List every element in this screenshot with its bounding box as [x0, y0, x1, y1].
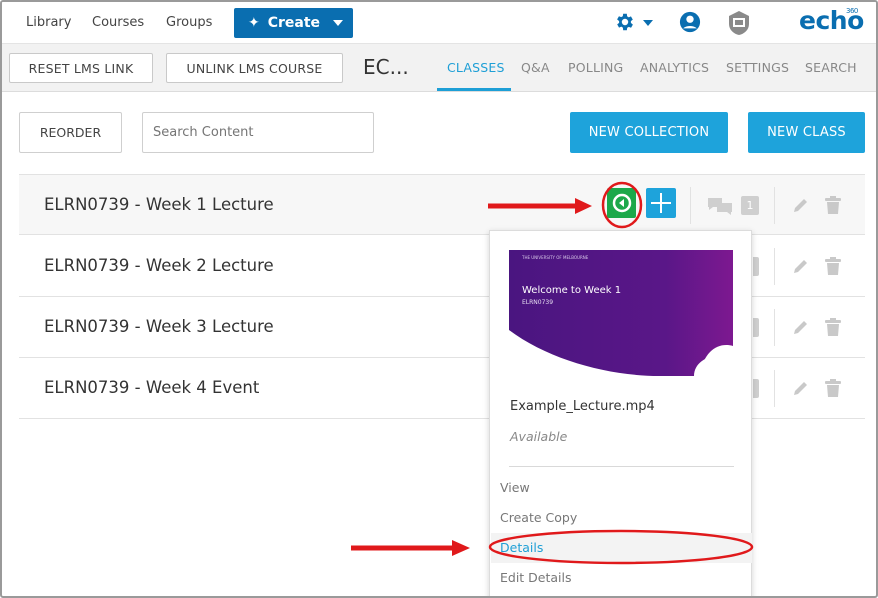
reset-lms-link-button[interactable]: RESET LMS LINK: [9, 53, 153, 83]
tab-classes[interactable]: CLASSES: [447, 60, 505, 75]
course-toolbar: RESET LMS LINK UNLINK LMS COURSE EC... C…: [2, 44, 876, 92]
class-title[interactable]: ELRN0739 - Week 4 Event: [44, 378, 259, 397]
echo360-logo[interactable]: echo 360: [799, 6, 864, 35]
tab-settings[interactable]: SETTINGS: [726, 60, 789, 75]
search-input[interactable]: [142, 112, 374, 153]
video-thumbnail[interactable]: THE UNIVERSITY OF MELBOURNE Welcome to W…: [509, 250, 733, 376]
thumbnail-wave-graphic: [509, 330, 733, 376]
new-class-button[interactable]: NEW CLASS: [748, 112, 865, 153]
qa-count-badge: [753, 379, 759, 398]
add-media-button[interactable]: [646, 188, 676, 218]
menu-item-create-copy[interactable]: Create Copy: [500, 510, 577, 525]
media-menu-button[interactable]: [607, 188, 636, 218]
menu-item-details[interactable]: Details: [500, 540, 543, 555]
tab-polling[interactable]: POLLING: [568, 60, 623, 75]
lms-shield-icon[interactable]: [727, 10, 751, 36]
pencil-icon[interactable]: [792, 318, 810, 336]
settings-dropdown-icon[interactable]: [643, 20, 653, 26]
row-divider: [690, 187, 691, 224]
media-filename: Example_Lecture.mp4: [510, 399, 655, 414]
chat-bubbles-icon[interactable]: [707, 196, 733, 216]
reorder-button[interactable]: REORDER: [19, 112, 122, 153]
magic-wand-icon: ✦: [248, 15, 260, 31]
unlink-lms-course-button[interactable]: UNLINK LMS COURSE: [166, 53, 343, 83]
thumbnail-subtitle: ELRN0739: [522, 299, 554, 306]
tab-analytics[interactable]: ANALYTICS: [640, 60, 709, 75]
annotation-arrowhead: [452, 540, 470, 556]
plus-icon: [651, 193, 671, 213]
media-popover: THE UNIVERSITY OF MELBOURNE Welcome to W…: [489, 230, 752, 596]
university-logo-text: THE UNIVERSITY OF MELBOURNE: [522, 255, 589, 260]
tab-search[interactable]: SEARCH: [805, 60, 857, 75]
trash-icon[interactable]: [824, 378, 842, 398]
trash-icon[interactable]: [824, 317, 842, 337]
pencil-icon[interactable]: [792, 257, 810, 275]
class-title[interactable]: ELRN0739 - Week 1 Lecture: [44, 195, 274, 214]
qa-count-badge: 1: [741, 196, 759, 215]
trash-icon[interactable]: [824, 195, 842, 215]
nav-groups-link[interactable]: Groups: [166, 15, 212, 30]
class-title[interactable]: ELRN0739 - Week 2 Lecture: [44, 256, 274, 275]
qa-count-badge: [753, 318, 759, 337]
nav-library-link[interactable]: Library: [26, 15, 71, 30]
row-divider: [774, 187, 775, 224]
row-divider: [774, 248, 775, 285]
trash-icon[interactable]: [824, 256, 842, 276]
class-title[interactable]: ELRN0739 - Week 3 Lecture: [44, 317, 274, 336]
popover-divider: [509, 466, 734, 467]
user-account-icon[interactable]: [679, 11, 701, 33]
thumbnail-title: Welcome to Week 1: [522, 285, 622, 296]
create-label: Create: [267, 15, 321, 31]
row-divider: [774, 370, 775, 407]
gear-icon[interactable]: [614, 11, 636, 33]
class-row[interactable]: ELRN0739 - Week 1 Lecture 1: [19, 174, 865, 235]
create-button[interactable]: ✦ Create: [234, 8, 353, 38]
menu-item-view[interactable]: View: [500, 480, 530, 495]
course-title: EC...: [363, 55, 409, 79]
app-window: Library Courses Groups ✦ Create echo 360 …: [0, 0, 878, 598]
menu-item-edit-details[interactable]: Edit Details: [500, 570, 572, 585]
pencil-icon[interactable]: [792, 196, 810, 214]
tab-qa[interactable]: Q&A: [521, 60, 550, 75]
active-tab-indicator: [437, 88, 511, 91]
top-nav: Library Courses Groups ✦ Create echo 360: [2, 2, 876, 44]
new-collection-button[interactable]: NEW COLLECTION: [570, 112, 728, 153]
qa-count-badge: [753, 257, 759, 276]
row-divider: [774, 309, 775, 346]
nav-courses-link[interactable]: Courses: [92, 15, 144, 30]
media-status: Available: [510, 429, 568, 444]
play-circle-icon: [612, 193, 631, 213]
pencil-icon[interactable]: [792, 379, 810, 397]
chevron-down-icon: [333, 20, 343, 26]
